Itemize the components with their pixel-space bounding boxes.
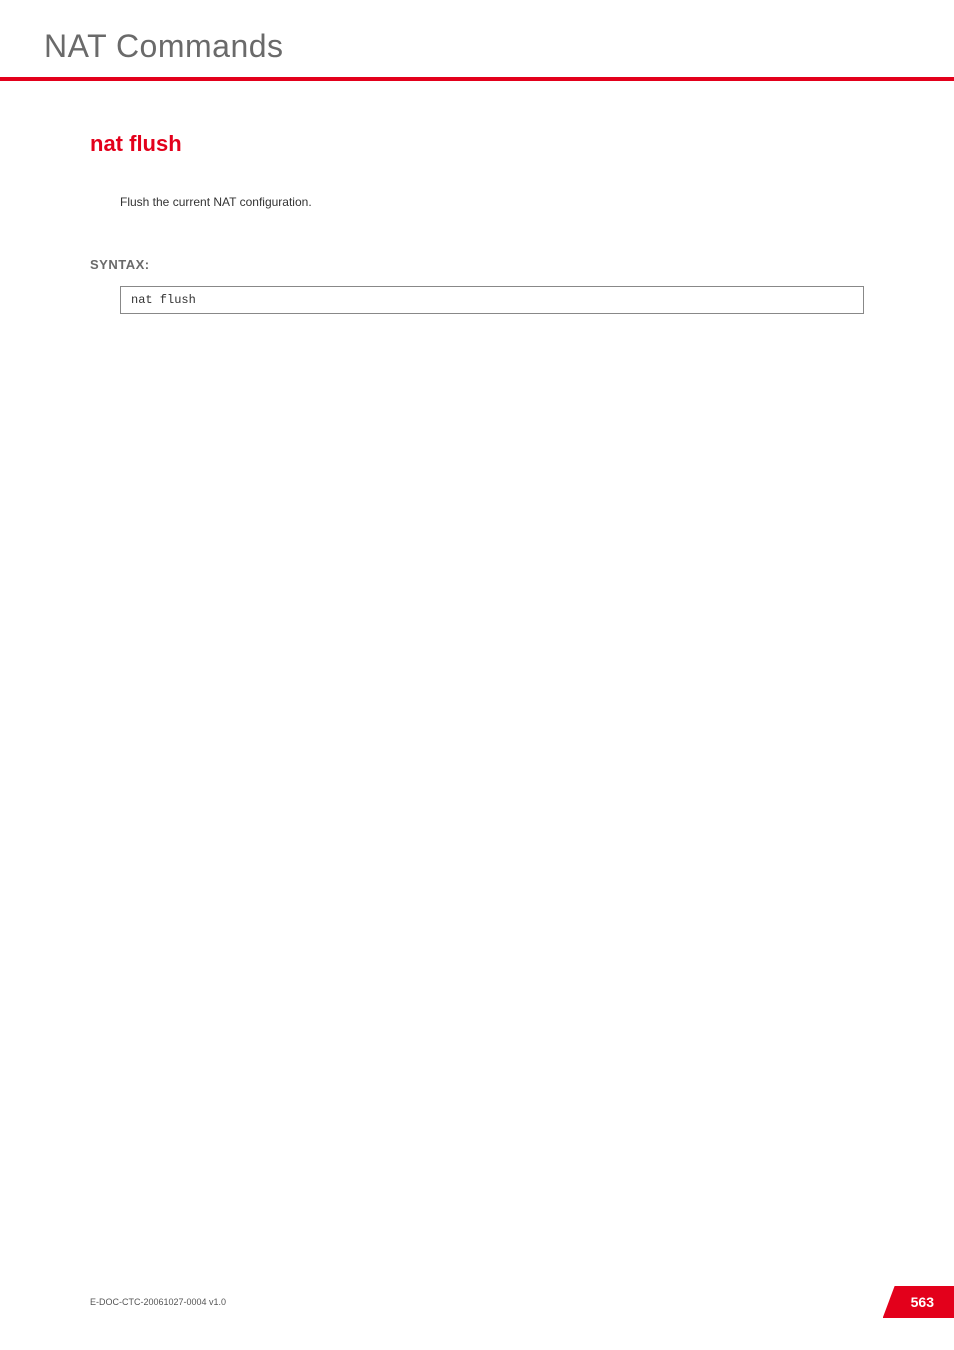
section-description: Flush the current NAT configuration. [120, 195, 864, 209]
syntax-command: nat flush [131, 293, 196, 307]
page-number: 563 [911, 1294, 934, 1310]
footer: E-DOC-CTC-20061027-0004 v1.0 [0, 1292, 954, 1310]
doc-reference: E-DOC-CTC-20061027-0004 v1.0 [90, 1297, 226, 1307]
page-number-tab: 563 [883, 1286, 954, 1318]
content-area: nat flush Flush the current NAT configur… [0, 81, 954, 314]
chapter-title: NAT Commands [0, 0, 954, 77]
page-container: NAT Commands nat flush Flush the current… [0, 0, 954, 1350]
syntax-label: SYNTAX: [90, 257, 864, 272]
syntax-box: nat flush [120, 286, 864, 314]
section-title: nat flush [90, 131, 864, 157]
